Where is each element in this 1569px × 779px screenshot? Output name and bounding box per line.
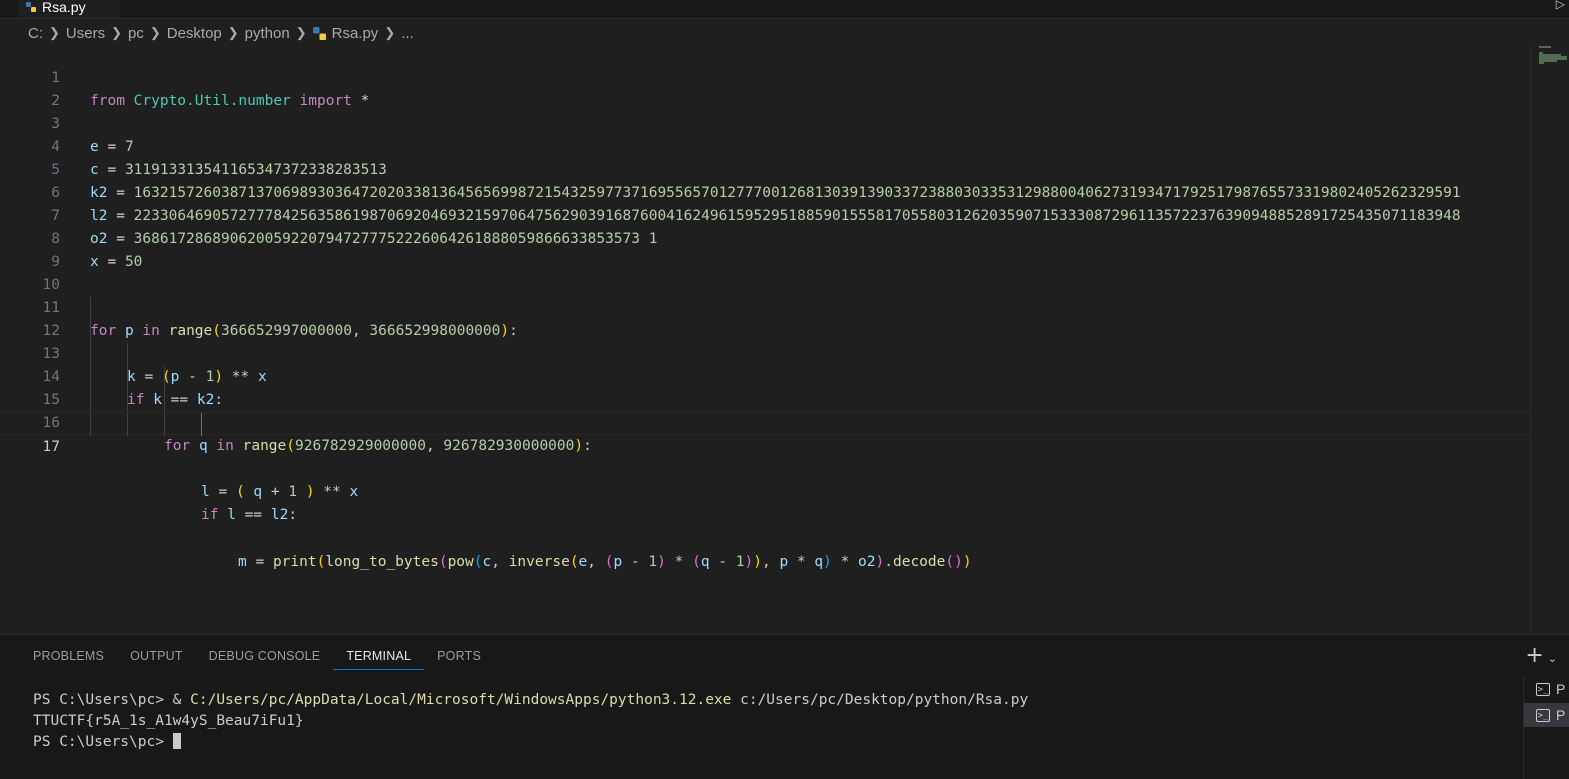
terminal-list-item[interactable]: >_ P [1524, 677, 1569, 701]
indent-guide [90, 343, 91, 366]
line-code: if l == l2: [201, 507, 298, 523]
breadcrumb-drive[interactable]: C: [28, 25, 43, 42]
code-line[interactable]: 9 [0, 228, 1530, 270]
indent-guide [90, 297, 91, 320]
indent-guide [90, 413, 91, 436]
chevron-right-icon: ❯ [49, 25, 60, 40]
indent-guide [127, 389, 128, 412]
code-line[interactable]: 12 k = (p - 1) ** x [0, 297, 1530, 385]
breadcrumb: C: ❯ Users ❯ pc ❯ Desktop ❯ python ❯ Rsa… [28, 22, 414, 44]
indent-guide [164, 389, 165, 412]
chevron-right-icon: ❯ [227, 25, 239, 40]
breadcrumb-python[interactable]: python [245, 25, 290, 42]
terminal-list-label: P [1556, 707, 1566, 723]
code-line[interactable]: 3 e = 7 [0, 90, 1530, 155]
code-line[interactable]: 8 x = 50 [0, 205, 1530, 270]
terminal-cursor [172, 733, 181, 749]
code-line[interactable]: 1 from Crypto.Util.number import * [0, 44, 1530, 109]
terminal-prompt: PS C:\Users\pc> [33, 734, 173, 750]
indent-guide [164, 366, 165, 389]
tab-debug-console[interactable]: DEBUG CONSOLE [196, 645, 334, 670]
chevron-right-icon: ❯ [111, 25, 122, 40]
terminal-list-label: P [1556, 681, 1566, 697]
breadcrumb-file[interactable]: Rsa.py [332, 25, 379, 42]
tab-label: Rsa.py [42, 0, 86, 15]
terminal-list-item-selected[interactable]: >_ P [1524, 703, 1569, 727]
code-editor[interactable]: 1 from Crypto.Util.number import * 2 3 e… [0, 44, 1530, 634]
indent-guide [90, 389, 91, 412]
indent-guide [127, 366, 128, 389]
run-button-icon[interactable]: ▷ [1556, 0, 1565, 11]
bottom-panel: PROBLEMS OUTPUT DEBUG CONSOLE TERMINAL P… [0, 634, 1569, 779]
panel-tabs: PROBLEMS OUTPUT DEBUG CONSOLE TERMINAL P… [20, 645, 494, 670]
tab-terminal[interactable]: TERMINAL [333, 645, 425, 670]
terminal-output[interactable]: PS C:\Users\pc> & C:/Users/pc/AppData/Lo… [33, 690, 1028, 753]
indent-guide [90, 320, 91, 343]
breadcrumb-symbols[interactable]: ... [401, 25, 414, 42]
indent-guide [127, 343, 128, 366]
code-line[interactable]: 5 k2 = 163215726038713706989303647202033… [0, 136, 1530, 201]
code-line[interactable]: 14 for q in range(926782929000000, 92678… [0, 343, 1530, 454]
tab-ports[interactable]: PORTS [424, 645, 494, 670]
line-code: m = print(long_to_bytes(pow(c, inverse(e… [238, 554, 972, 570]
indent-guide [127, 413, 128, 436]
code-line[interactable]: 15 l = ( q + 1 ) ** x [0, 366, 1530, 500]
code-line[interactable]: 10 [0, 251, 1530, 293]
minimap-line [1539, 46, 1551, 48]
breadcrumb-users[interactable]: Users [66, 25, 105, 42]
code-line[interactable]: 2 [0, 67, 1530, 109]
line-number: 17 [42, 439, 60, 455]
indent-guide [90, 366, 91, 389]
code-line[interactable]: 6 l2 = 223306469057277784256358619870692… [0, 159, 1530, 224]
minimap-line [1539, 62, 1544, 64]
code-line-current[interactable]: 17 m = print(long_to_bytes(pow(c, invers… [0, 412, 1530, 570]
minimap[interactable] [1530, 44, 1569, 634]
breadcrumb-desktop[interactable]: Desktop [167, 25, 222, 42]
code-line[interactable]: 13 if k == k2: [0, 320, 1530, 408]
chevron-down-icon[interactable]: ⌄ [1548, 652, 1557, 665]
plus-icon[interactable]: + [1525, 643, 1543, 668]
terminal-result: TTUCTF{r5A_1s_A1w4yS_Beau7iFu1} [33, 713, 304, 729]
chevron-right-icon: ❯ [295, 25, 307, 40]
terminal-command-args: c:/Users/pc/Desktop/python/Rsa.py [731, 692, 1029, 708]
terminal-list: >_ P >_ P [1523, 675, 1569, 779]
terminal-command-exe: C:/Users/pc/AppData/Local/Microsoft/Wind… [190, 692, 732, 708]
terminal-icon: >_ [1536, 682, 1550, 696]
tab-output[interactable]: OUTPUT [117, 645, 196, 670]
python-file-icon [312, 26, 326, 40]
code-line[interactable]: 4 c = 311913313541165347372338283513 [0, 113, 1530, 178]
editor-tab-strip: Rsa.py ▷ [0, 0, 1569, 19]
panel-actions: + ⌄ [1525, 643, 1557, 668]
python-file-icon [26, 1, 36, 12]
line-code: for q in range(926782929000000, 92678293… [164, 438, 592, 454]
line-code: l = ( q + 1 ) ** x [201, 484, 359, 500]
indent-guide [164, 413, 165, 436]
indent-guide-active [201, 413, 202, 436]
code-line[interactable]: 7 o2 = 368617286890620059220794727775222… [0, 182, 1530, 247]
terminal-icon: >_ [1536, 708, 1550, 722]
code-line[interactable]: 16 if l == l2: [0, 389, 1530, 523]
code-line[interactable]: 11 for p in range(366652997000000, 36665… [0, 274, 1530, 339]
chevron-right-icon: ❯ [149, 25, 161, 40]
tab-rsa-py[interactable]: Rsa.py [18, 0, 120, 18]
breadcrumb-pc[interactable]: pc [128, 25, 144, 42]
tab-problems[interactable]: PROBLEMS [20, 645, 117, 670]
chevron-right-icon: ❯ [384, 25, 396, 40]
terminal-prompt: PS C:\Users\pc> & [33, 692, 191, 708]
